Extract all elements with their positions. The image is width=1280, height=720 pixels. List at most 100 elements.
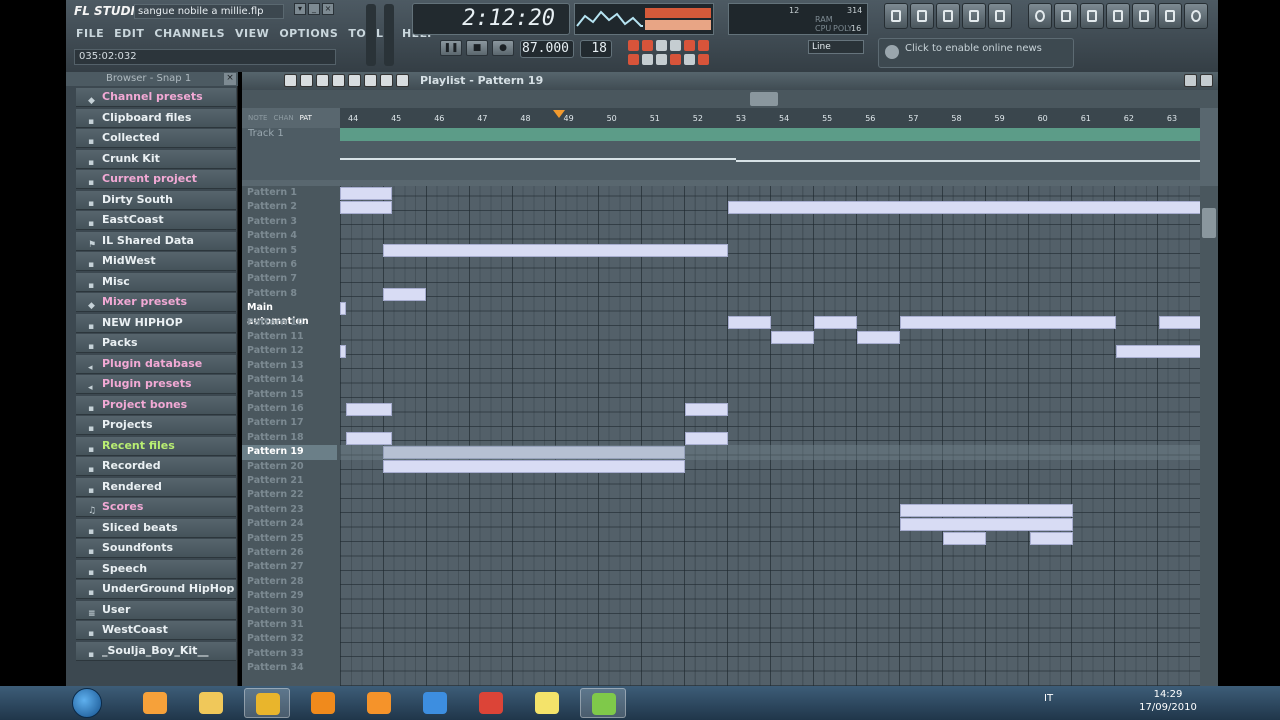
dropdown-button[interactable]: ▾ — [294, 3, 306, 15]
pattern-label[interactable]: Pattern 17 — [242, 416, 337, 430]
pattern-label[interactable]: Pattern 4 — [242, 229, 337, 243]
pattern-clip[interactable] — [900, 316, 1116, 330]
pattern-label[interactable]: Pattern 28 — [242, 575, 337, 589]
browser-item[interactable]: ▪ _Soulja_Boy_Kit__ — [76, 641, 236, 661]
browser-item[interactable]: ▪ Recent files — [76, 436, 236, 456]
browser-item[interactable]: ♫ Scores — [76, 498, 236, 517]
browser-item[interactable]: ▪ Project bones — [76, 395, 236, 415]
taskbar-app[interactable] — [132, 688, 178, 718]
stop-button[interactable]: ■ — [466, 40, 488, 56]
tool-toggle-icon[interactable] — [684, 40, 695, 51]
menu-file[interactable]: FILE — [76, 27, 104, 40]
master-pitch-slider[interactable] — [384, 4, 394, 66]
pattern-label[interactable]: Pattern 3 — [242, 215, 337, 229]
browser-item[interactable]: ▪ Current project — [76, 170, 236, 189]
zoom-tool-icon[interactable] — [396, 74, 409, 87]
tool-toggle-icon[interactable] — [628, 54, 639, 65]
tempo-display[interactable]: 87.000 — [520, 40, 574, 58]
pattern-clip[interactable] — [727, 316, 771, 330]
browser-item[interactable]: ◆ Channel presets — [76, 88, 236, 107]
pattern-clip[interactable] — [1115, 345, 1200, 359]
playlist-window-button[interactable] — [884, 3, 908, 29]
browser-item[interactable]: ≡ User — [76, 600, 236, 620]
vertical-scroll-thumb[interactable] — [1202, 208, 1216, 238]
pattern-label[interactable]: Pattern 33 — [242, 647, 337, 661]
help-button[interactable] — [1184, 3, 1208, 29]
taskbar-app[interactable] — [188, 688, 234, 718]
pattern-clip[interactable] — [383, 460, 685, 474]
slip-tool-icon[interactable] — [348, 74, 361, 87]
browser-item[interactable]: ▪ Collected — [76, 129, 236, 148]
pattern-label[interactable]: Pattern 2 — [242, 200, 337, 214]
pattern-label[interactable]: Pattern 15 — [242, 388, 337, 402]
tool-toggle-icon[interactable] — [698, 40, 709, 51]
select-tool-icon[interactable] — [380, 74, 393, 87]
pattern-clip[interactable] — [857, 330, 901, 344]
close-button[interactable]: × — [322, 3, 334, 15]
track-clip[interactable] — [340, 128, 1200, 141]
tool-toggle-icon[interactable] — [656, 40, 667, 51]
mute-tool-icon[interactable] — [332, 74, 345, 87]
browser-item[interactable]: ▪ MidWest — [76, 252, 236, 271]
pattern-clip[interactable] — [727, 201, 1200, 215]
browser-item[interactable]: ▪ Recorded — [76, 457, 236, 476]
browser-item[interactable]: ▪UnderGround HipHop Br... — [76, 580, 236, 613]
playlist-scroll-row[interactable] — [242, 90, 1218, 108]
start-button[interactable] — [72, 688, 102, 718]
save-button[interactable] — [1080, 3, 1104, 29]
paint-tool-icon[interactable] — [300, 74, 313, 87]
notes-button[interactable] — [1158, 3, 1182, 29]
pattern-label[interactable]: Pattern 7 — [242, 272, 337, 286]
snap-select[interactable]: Line — [808, 40, 864, 54]
pattern-clip[interactable] — [340, 345, 347, 359]
mode-note[interactable]: NOTE — [248, 114, 267, 122]
search-button[interactable] — [1132, 3, 1156, 29]
pattern-clip[interactable] — [340, 201, 392, 215]
tool-toggle-icon[interactable] — [684, 54, 695, 65]
mode-chan[interactable]: CHAN — [273, 114, 293, 122]
online-news-panel[interactable]: Click to enable online news — [878, 38, 1074, 68]
browser-item[interactable]: ◆ Mixer presets — [76, 293, 236, 312]
pattern-label[interactable]: Pattern 22 — [242, 488, 337, 502]
pattern-clip[interactable] — [346, 402, 392, 416]
horizontal-scroll-thumb[interactable] — [750, 92, 778, 106]
mode-pat[interactable]: PAT — [300, 114, 312, 122]
pattern-label[interactable]: Pattern 8 — [242, 287, 337, 301]
browser-item[interactable]: ▪ WestCoast — [76, 621, 236, 640]
tools-button[interactable] — [1106, 3, 1130, 29]
pattern-clip[interactable] — [900, 517, 1073, 531]
minimize-button[interactable]: _ — [308, 3, 320, 15]
pattern-label[interactable]: Pattern 23 — [242, 503, 337, 517]
pattern-clip[interactable] — [340, 301, 347, 315]
slice-tool-icon[interactable] — [364, 74, 377, 87]
menu-view[interactable]: VIEW — [235, 27, 269, 40]
pattern-label[interactable]: Pattern 11 — [242, 330, 337, 344]
pattern-label[interactable]: Pattern 5 — [242, 244, 337, 258]
tool-toggle-icon[interactable] — [628, 40, 639, 51]
song-time-display[interactable]: 2:12:20 — [412, 3, 570, 35]
browser-item[interactable]: ▪ Rendered — [76, 477, 236, 497]
new-project-button[interactable] — [1054, 3, 1078, 29]
pattern-label[interactable]: Pattern 29 — [242, 589, 337, 603]
pattern-clip[interactable] — [684, 431, 728, 445]
pattern-clip[interactable] — [340, 186, 392, 200]
browser-item[interactable]: ▪ Clipboard files — [76, 108, 236, 128]
browser-item[interactable]: ◂ Plugin database — [76, 354, 236, 374]
browser-item[interactable]: ▪ Dirty South — [76, 190, 236, 210]
master-volume-slider[interactable] — [366, 4, 376, 66]
browser-item[interactable]: ▪ Packs — [76, 334, 236, 353]
pattern-display[interactable]: 18 — [580, 40, 612, 58]
power-button[interactable] — [1028, 3, 1052, 29]
pattern-clip[interactable] — [383, 244, 728, 258]
playlist-close-button[interactable] — [1200, 74, 1213, 87]
pattern-label[interactable]: Pattern 20 — [242, 460, 337, 474]
pattern-clip[interactable] — [900, 503, 1073, 517]
piano-roll-button[interactable] — [936, 3, 960, 29]
tool-toggle-icon[interactable] — [670, 54, 681, 65]
browser-item[interactable]: ▪ Crunk Kit — [76, 149, 236, 169]
browser-close-button[interactable]: × — [224, 73, 236, 85]
vertical-scrollbar[interactable] — [1200, 186, 1218, 686]
pattern-label[interactable]: Pattern 13 — [242, 359, 337, 373]
tool-toggle-icon[interactable] — [642, 54, 653, 65]
browser-item[interactable]: ▪ Projects — [76, 416, 236, 435]
